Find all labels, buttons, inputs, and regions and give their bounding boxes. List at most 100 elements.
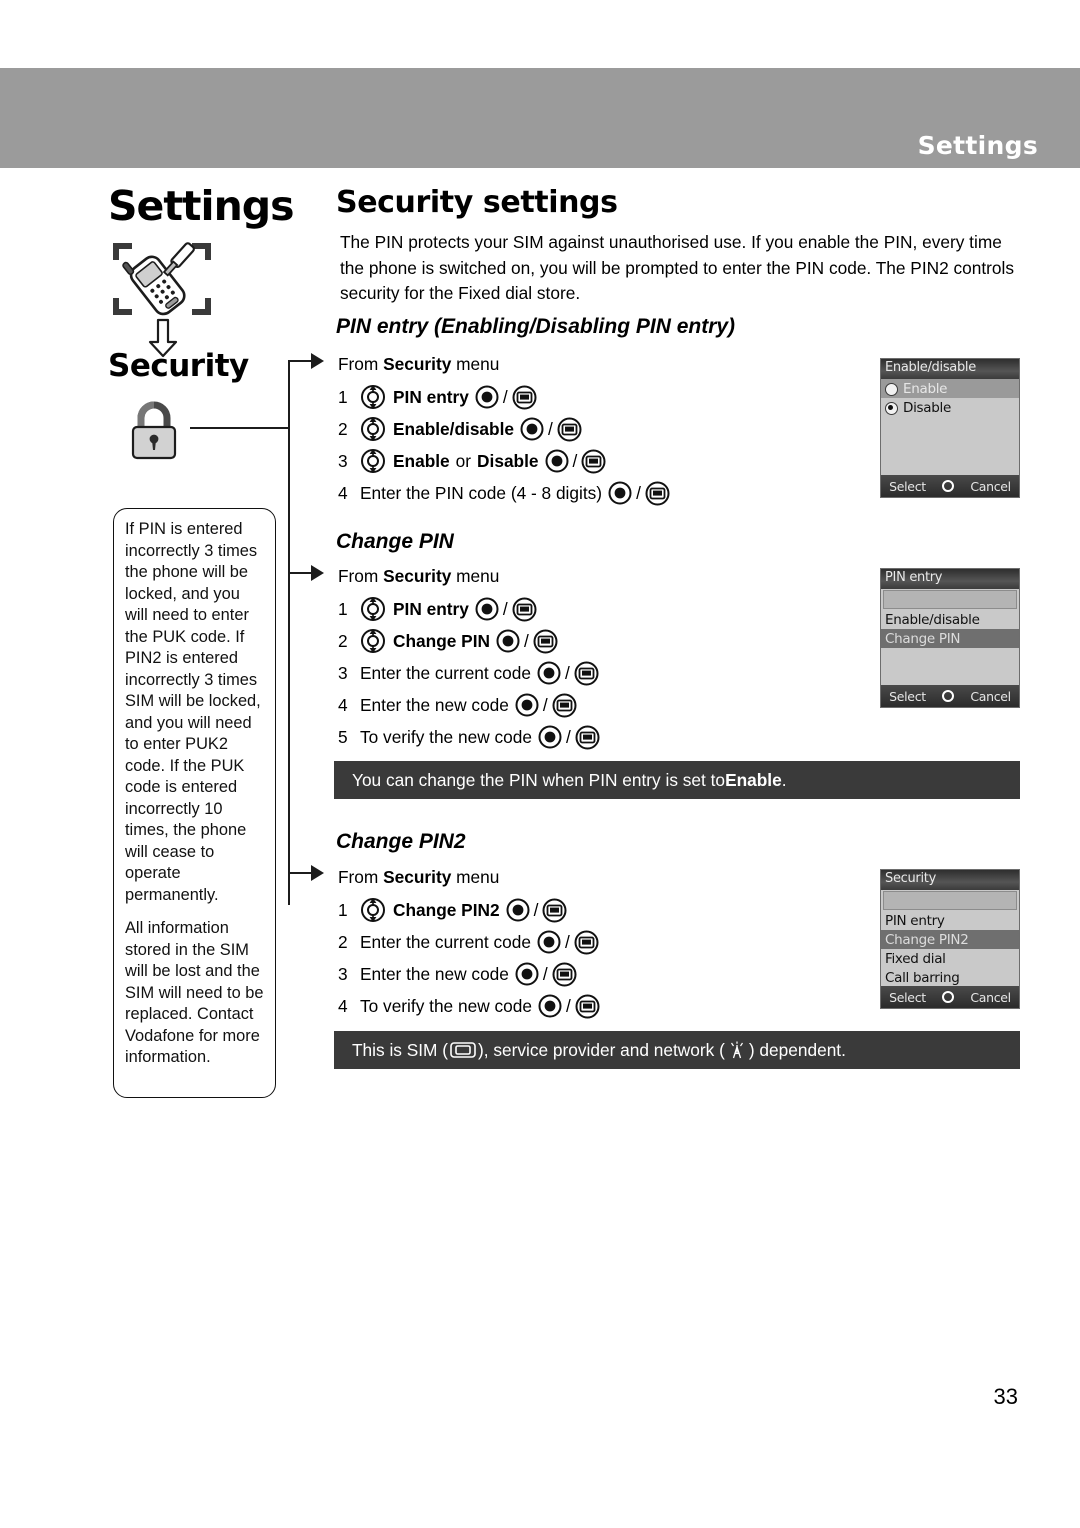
page-number: 33 bbox=[993, 1384, 1018, 1409]
radio-unselected-icon[interactable] bbox=[885, 382, 898, 396]
note-paragraph: If PIN is entered incorrectly 3 times th… bbox=[125, 520, 261, 904]
nav-updown-key-icon[interactable] bbox=[360, 384, 386, 410]
softkey-left-label[interactable]: Select bbox=[889, 990, 926, 1005]
step-slash: / bbox=[572, 451, 578, 471]
step-number: 2 bbox=[338, 419, 348, 439]
select-ring-icon[interactable] bbox=[942, 991, 955, 1003]
select-ring-icon[interactable] bbox=[942, 480, 955, 492]
step-row: 2 Enter the current code / bbox=[338, 926, 600, 958]
soft-key-icon[interactable] bbox=[557, 417, 582, 442]
soft-key-icon[interactable] bbox=[645, 481, 670, 506]
step-row: 1 PIN entry / bbox=[338, 593, 600, 625]
screen-menu-item[interactable]: Disable bbox=[881, 398, 1019, 417]
step-slash: / bbox=[565, 663, 570, 683]
screen-menu-item[interactable]: Enable/disable bbox=[881, 610, 1019, 629]
steps-change-pin: From Security menu 1 PIN entry / 2 Chang… bbox=[338, 560, 600, 753]
select-key-icon[interactable] bbox=[520, 417, 544, 441]
step-slash: / bbox=[548, 419, 553, 439]
note-text: . bbox=[781, 769, 787, 790]
nav-updown-key-icon[interactable] bbox=[360, 596, 386, 622]
select-key-icon[interactable] bbox=[506, 898, 530, 922]
step-label: Enter the current code bbox=[360, 663, 531, 683]
note-bar-change-pin: You can change the PIN when PIN entry is… bbox=[334, 761, 1020, 799]
screen-menu-list: Enable Disable bbox=[881, 379, 1019, 417]
phone-screen-pin-entry: PIN entry Enable/disable Change PIN Select… bbox=[880, 568, 1020, 708]
step-number: 1 bbox=[338, 900, 348, 920]
select-key-icon[interactable] bbox=[515, 693, 539, 717]
screen-menu-list: PIN entry Change PIN2 Fixed dial Call barri… bbox=[881, 911, 1019, 987]
steps-pin-entry: From Security menu 1 PIN entry / 2 Enabl… bbox=[338, 348, 670, 509]
screen-menu-item-label: Change PIN2 bbox=[885, 932, 969, 948]
softkey-left-label[interactable]: Select bbox=[889, 689, 926, 704]
note-text: This is SIM ( bbox=[352, 1039, 449, 1060]
select-key-icon[interactable] bbox=[545, 449, 569, 473]
step-label: Enter the new code bbox=[360, 964, 509, 984]
step-label: Enable bbox=[393, 451, 450, 471]
connector-arrow-3 bbox=[311, 865, 324, 881]
soft-key-icon[interactable] bbox=[574, 661, 599, 686]
select-key-icon[interactable] bbox=[496, 629, 520, 653]
screen-menu-list: Enable/disable Change PIN bbox=[881, 610, 1019, 648]
sim-card-icon bbox=[450, 1042, 476, 1058]
subheading-pin-entry: PIN entry (Enabling/Disabling PIN entry) bbox=[336, 315, 736, 338]
step-label-conjunction: or bbox=[455, 451, 472, 471]
screen-menu-item[interactable]: Call barring bbox=[881, 968, 1019, 987]
connector-branch-1 bbox=[289, 360, 313, 362]
nav-updown-key-icon[interactable] bbox=[360, 416, 386, 442]
screen-menu-item[interactable]: Enable bbox=[881, 379, 1019, 398]
select-key-icon[interactable] bbox=[515, 962, 539, 986]
step-label: To verify the new code bbox=[360, 727, 532, 747]
step-slash: / bbox=[565, 727, 571, 747]
select-key-icon[interactable] bbox=[538, 994, 562, 1018]
step-label: Change PIN bbox=[393, 631, 490, 651]
step-slash: / bbox=[542, 695, 548, 715]
nav-updown-key-icon[interactable] bbox=[360, 897, 386, 923]
step-label-alt: Disable bbox=[477, 451, 539, 471]
soft-key-icon[interactable] bbox=[533, 629, 558, 654]
soft-key-icon[interactable] bbox=[574, 930, 599, 955]
phone-with-screwdriver-icon bbox=[113, 242, 211, 316]
note-text: ) dependent. bbox=[748, 1039, 846, 1060]
step-label: Enter the PIN code (4 - 8 digits) bbox=[360, 483, 603, 503]
softkey-left-label[interactable]: Select bbox=[889, 479, 926, 494]
nav-updown-key-icon[interactable] bbox=[360, 448, 386, 474]
soft-key-icon[interactable] bbox=[575, 725, 600, 750]
soft-key-icon[interactable] bbox=[512, 597, 537, 622]
subheading-change-pin: Change PIN bbox=[336, 530, 454, 553]
screen-menu-item[interactable]: Change PIN2 bbox=[881, 930, 1019, 949]
from-menu-line: From Security menu bbox=[338, 566, 500, 586]
softkey-right-label[interactable]: Cancel bbox=[970, 479, 1011, 494]
soft-key-icon[interactable] bbox=[542, 898, 567, 923]
security-section-label: Security bbox=[108, 348, 249, 384]
select-key-icon[interactable] bbox=[537, 930, 561, 954]
select-key-icon[interactable] bbox=[475, 385, 499, 409]
select-key-icon[interactable] bbox=[608, 481, 632, 505]
from-menu-line: From Security menu bbox=[338, 354, 500, 374]
soft-key-icon[interactable] bbox=[581, 449, 606, 474]
step-row: 3 Enable or Disable / bbox=[338, 445, 670, 477]
screen-menu-item-label: Call barring bbox=[885, 970, 960, 986]
screen-menu-item[interactable]: Change PIN bbox=[881, 629, 1019, 648]
step-slash: / bbox=[542, 964, 548, 984]
nav-updown-key-icon[interactable] bbox=[360, 628, 386, 654]
soft-key-icon[interactable] bbox=[552, 693, 577, 718]
select-key-icon[interactable] bbox=[475, 597, 499, 621]
screen-menu-item[interactable]: Fixed dial bbox=[881, 949, 1019, 968]
soft-key-icon[interactable] bbox=[552, 962, 577, 987]
select-key-icon[interactable] bbox=[537, 661, 561, 685]
step-row: 2 Change PIN / bbox=[338, 625, 600, 657]
select-ring-icon[interactable] bbox=[942, 690, 955, 702]
screen-menu-item-label: Enable bbox=[903, 381, 948, 397]
softkey-right-label[interactable]: Cancel bbox=[970, 990, 1011, 1005]
radio-selected-icon[interactable] bbox=[885, 401, 898, 415]
step-row: 4 To verify the new code / bbox=[338, 990, 600, 1022]
step-slash: / bbox=[502, 599, 508, 619]
softkey-right-label[interactable]: Cancel bbox=[970, 689, 1011, 704]
soft-key-icon[interactable] bbox=[512, 385, 537, 410]
note-bar-sim-dependent: This is SIM ( ), service provider and ne… bbox=[334, 1031, 1020, 1069]
step-number: 2 bbox=[338, 932, 348, 952]
select-key-icon[interactable] bbox=[538, 725, 562, 749]
screen-menu-item[interactable]: PIN entry bbox=[881, 911, 1019, 930]
note-text: ), service provider and network ( bbox=[478, 1039, 725, 1060]
soft-key-icon[interactable] bbox=[575, 994, 600, 1019]
